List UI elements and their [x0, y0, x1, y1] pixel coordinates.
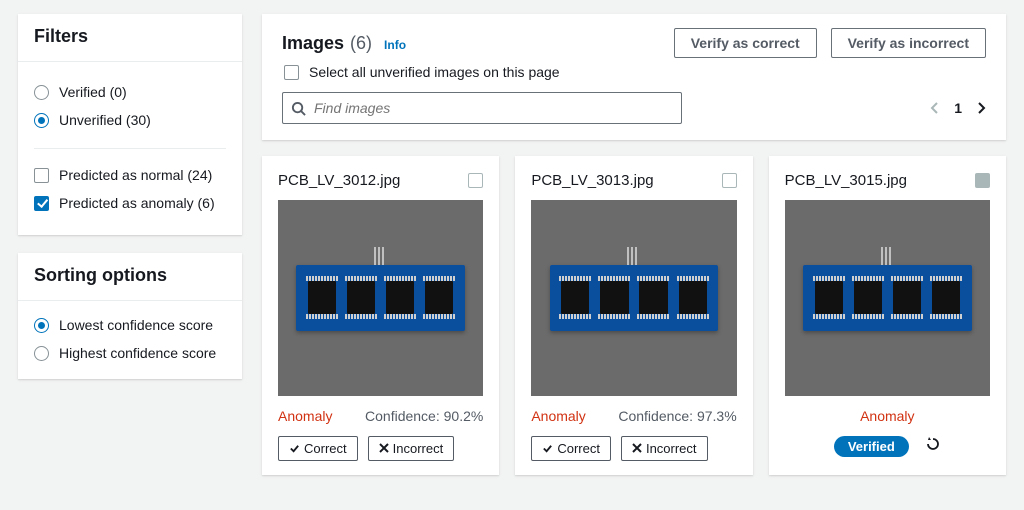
mark-incorrect-button[interactable]: Incorrect [368, 436, 455, 461]
chevron-right-icon [976, 101, 986, 115]
sorting-panel: Sorting options Lowest confidence score … [18, 253, 242, 379]
checkbox-icon [34, 168, 49, 183]
filter-label: Predicted as normal (24) [59, 167, 212, 183]
image-thumbnail[interactable] [785, 200, 990, 396]
radio-icon [34, 85, 49, 100]
sort-label: Highest confidence score [59, 345, 216, 361]
verify-incorrect-button[interactable]: Verify as incorrect [831, 28, 986, 58]
sort-highest-confidence[interactable]: Highest confidence score [34, 339, 226, 367]
check-icon [289, 443, 300, 454]
images-count: (6) [350, 33, 372, 54]
image-filename: PCB_LV_3013.jpg [531, 172, 653, 189]
chevron-left-icon [930, 101, 940, 115]
image-filename: PCB_LV_3015.jpg [785, 172, 907, 189]
image-filename: PCB_LV_3012.jpg [278, 172, 400, 189]
image-thumbnail[interactable] [531, 200, 736, 396]
filter-label: Unverified (30) [59, 112, 151, 128]
filter-label: Predicted as anomaly (6) [59, 195, 215, 211]
status-label: Anomaly [860, 408, 914, 424]
verify-correct-button[interactable]: Verify as correct [674, 28, 817, 58]
sort-label: Lowest confidence score [59, 317, 213, 333]
radio-icon [34, 346, 49, 361]
image-card: PCB_LV_3012.jpg Anomaly Confidence: 90.2… [262, 156, 499, 475]
filter-predicted-normal[interactable]: Predicted as normal (24) [34, 161, 226, 189]
verified-badge: Verified [834, 436, 909, 457]
filter-predicted-anomaly[interactable]: Predicted as anomaly (6) [34, 189, 226, 217]
filter-label: Verified (0) [59, 84, 127, 100]
checkbox-icon [34, 196, 49, 211]
check-icon [542, 443, 553, 454]
mark-correct-button[interactable]: Correct [278, 436, 358, 461]
search-input-wrapper[interactable] [282, 92, 682, 124]
search-input[interactable] [312, 99, 673, 117]
radio-icon [34, 318, 49, 333]
filter-unverified[interactable]: Unverified (30) [34, 106, 226, 134]
sorting-title: Sorting options [18, 253, 242, 301]
image-card: PCB_LV_3015.jpg Anomaly Verified [769, 156, 1006, 475]
next-page-button[interactable] [976, 101, 986, 115]
image-card: PCB_LV_3013.jpg Anomaly Confidence: 97.3… [515, 156, 752, 475]
pagination: 1 [930, 100, 986, 116]
image-thumbnail[interactable] [278, 200, 483, 396]
images-title: Images [282, 33, 344, 54]
image-select-checkbox[interactable] [468, 173, 483, 188]
confidence-label: Confidence: 97.3% [618, 408, 736, 424]
filters-panel: Filters Verified (0) Unverified (30) [18, 14, 242, 235]
info-link[interactable]: Info [384, 38, 406, 52]
mark-incorrect-button[interactable]: Incorrect [621, 436, 708, 461]
image-select-checkbox[interactable] [722, 173, 737, 188]
status-label: Anomaly [531, 408, 585, 424]
image-select-checkbox[interactable] [975, 173, 990, 188]
mark-correct-button[interactable]: Correct [531, 436, 611, 461]
filters-title: Filters [18, 14, 242, 62]
confidence-label: Confidence: 90.2% [365, 408, 483, 424]
current-page: 1 [954, 100, 962, 116]
undo-icon [925, 436, 941, 452]
filter-verified[interactable]: Verified (0) [34, 78, 226, 106]
filter-group-prediction: Predicted as normal (24) Predicted as an… [34, 148, 226, 223]
undo-button[interactable] [925, 436, 941, 457]
select-all-label: Select all unverified images on this pag… [309, 64, 560, 80]
filter-group-verification: Verified (0) Unverified (30) [34, 72, 226, 140]
prev-page-button[interactable] [930, 101, 940, 115]
radio-icon [34, 113, 49, 128]
status-label: Anomaly [278, 408, 332, 424]
x-icon [632, 443, 642, 453]
select-all-checkbox[interactable] [284, 65, 299, 80]
search-icon [291, 101, 306, 116]
images-header-panel: Images (6) Info Verify as correct Verify… [262, 14, 1006, 140]
sort-lowest-confidence[interactable]: Lowest confidence score [34, 311, 226, 339]
x-icon [379, 443, 389, 453]
